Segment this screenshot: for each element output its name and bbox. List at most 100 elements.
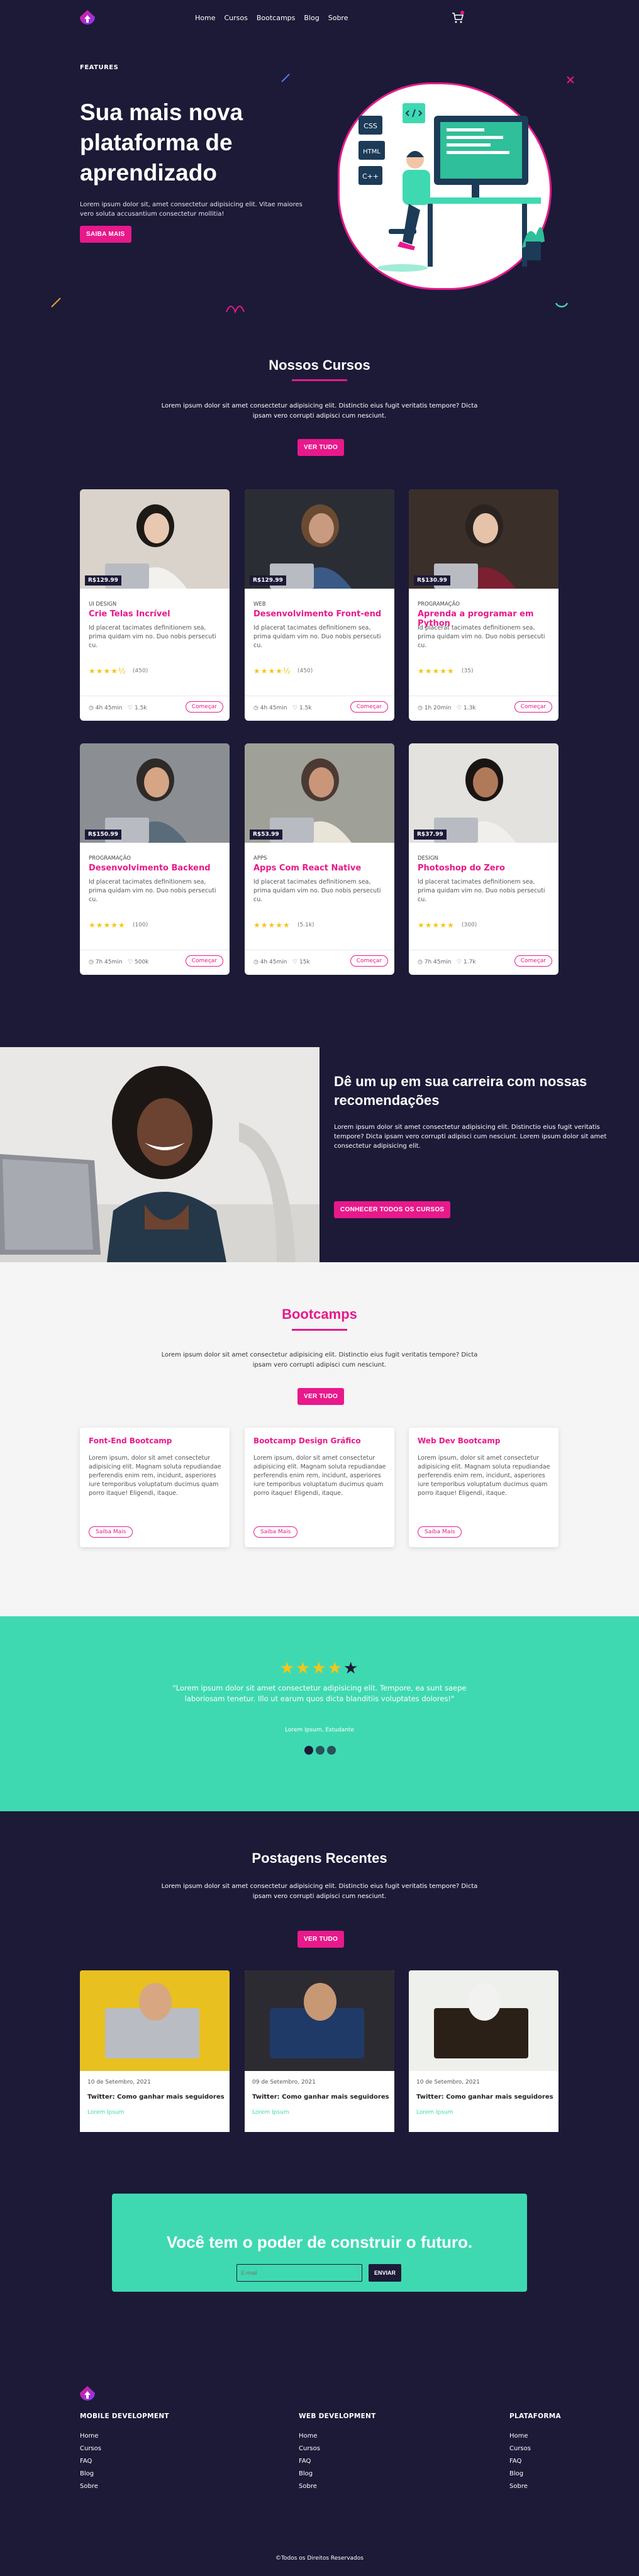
course-students: 1.5k — [299, 705, 312, 711]
post-card[interactable]: 09 de Setembro, 2021 Twitter: Como ganhar… — [245, 1970, 394, 2132]
rating-stars: ★★★★★ — [253, 921, 291, 930]
saiba-mais-button[interactable]: Saiba Mais — [418, 1526, 462, 1538]
footer-link[interactable]: FAQ — [299, 2455, 376, 2468]
student-photo — [0, 1047, 320, 1262]
course-meta: ◷ 4h 45min ♡ 1.5k — [89, 705, 147, 711]
footer-link[interactable]: Cursos — [509, 2443, 561, 2455]
footer-link[interactable]: Blog — [80, 2468, 169, 2480]
course-title[interactable]: Photoshop do Zero — [418, 863, 505, 873]
saiba-mais-button[interactable]: Saiba Mais — [253, 1526, 298, 1538]
course-card[interactable]: R$129.99 WEB Desenvolvimento Front-end Id p… — [245, 489, 394, 721]
nav-cursos[interactable]: Cursos — [224, 14, 247, 22]
posts-section: Postagens Recentes Lorem ipsum dolor sit… — [0, 1811, 639, 2132]
ver-tudo-button[interactable]: VER TUDO — [297, 439, 345, 456]
nav-home[interactable]: Home — [195, 14, 215, 22]
clock-icon: ◷ — [418, 959, 423, 965]
post-card[interactable]: 10 de Setembro, 2021 Twitter: Como ganhar… — [80, 1970, 230, 2132]
carousel-dot[interactable] — [327, 1746, 336, 1755]
course-students: 500k — [135, 959, 149, 965]
logo-icon[interactable] — [78, 9, 97, 28]
carousel-dot[interactable] — [316, 1746, 325, 1755]
course-description: Id placerat tacimates definitionem sea, … — [89, 625, 216, 649]
course-price: R$150.99 — [85, 830, 121, 840]
course-students: 1.5k — [135, 705, 147, 711]
clock-icon: ◷ — [89, 705, 94, 711]
course-card[interactable]: R$129.99 UI DESIGN Crie Telas Incrível Id p… — [80, 489, 230, 721]
enviar-button[interactable]: ENVIAR — [369, 2264, 401, 2282]
saiba-mais-button[interactable]: SAIBA MAIS — [80, 226, 131, 243]
course-photo — [80, 489, 230, 589]
footer-link[interactable]: Home — [509, 2430, 561, 2443]
footer-column: MOBILE DEVELOPMENT Home Cursos FAQ Blog Sobre — [80, 2412, 169, 2493]
carousel-dots — [304, 1746, 336, 1755]
bootcamp-description: Lorem ipsum, dolor sit amet consectetur … — [253, 1455, 386, 1497]
comecar-button[interactable]: Começar — [514, 701, 552, 713]
comecar-button[interactable]: Começar — [185, 955, 223, 967]
footer-link[interactable]: Sobre — [299, 2480, 376, 2493]
nav-sobre[interactable]: Sobre — [328, 14, 348, 22]
cart-button[interactable] — [450, 10, 465, 25]
footer-link[interactable]: Cursos — [299, 2443, 376, 2455]
nav-bootcamps[interactable]: Bootcamps — [257, 14, 296, 22]
comecar-button[interactable]: Começar — [350, 955, 388, 967]
footer-link[interactable]: Sobre — [509, 2480, 561, 2493]
rating-stars: ★★★★★ — [279, 1659, 360, 1678]
post-author[interactable]: Lorem Ipsum — [252, 2109, 289, 2116]
course-title[interactable]: Crie Telas Incrível — [89, 609, 170, 619]
email-input[interactable] — [236, 2264, 362, 2282]
footer-link[interactable]: Home — [80, 2430, 169, 2443]
course-title[interactable]: Desenvolvimento Backend — [89, 863, 211, 873]
comecar-button[interactable]: Começar — [514, 955, 552, 967]
footer-link[interactable]: Blog — [509, 2468, 561, 2480]
copyright: ©Todos os Direitos Reservados — [275, 2555, 364, 2562]
course-card[interactable]: R$150.99 PROGRAMAÇÃO Desenvolvimento Backe… — [80, 743, 230, 975]
clock-icon: ◷ — [253, 959, 258, 965]
conhecer-cursos-button[interactable]: CONHECER TODOS OS CURSOS — [334, 1201, 451, 1218]
navbar: Home Cursos Bootcamps Blog Sobre — [0, 0, 639, 38]
comecar-button[interactable]: Começar — [350, 701, 388, 713]
footer-link[interactable]: Cursos — [80, 2443, 169, 2455]
course-card[interactable]: R$130.99 PROGRAMAÇÃO Aprenda a programar e… — [409, 489, 558, 721]
saiba-mais-button[interactable]: Saiba Mais — [89, 1526, 133, 1538]
course-duration: 4h 45min — [260, 705, 287, 711]
post-title[interactable]: Twitter: Como ganhar mais seguidores — [252, 2094, 389, 2101]
comecar-button[interactable]: Começar — [185, 701, 223, 713]
course-category: UI DESIGN — [89, 601, 117, 608]
footer-link[interactable]: FAQ — [509, 2455, 561, 2468]
posts-ver-tudo-wrap: VER TUDO — [297, 1931, 345, 1948]
course-title[interactable]: Apps Com React Native — [253, 863, 361, 873]
post-author[interactable]: Lorem Ipsum — [416, 2109, 453, 2116]
course-card[interactable]: R$53.99 APPS Apps Com React Native Id place… — [245, 743, 394, 975]
hero-title: Sua mais nova plataforma de aprendizado — [80, 99, 243, 186]
rating-stars: ★★★★★ — [418, 921, 455, 930]
ver-tudo-button[interactable]: VER TUDO — [297, 1388, 345, 1405]
carousel-dot[interactable] — [304, 1746, 313, 1755]
svg-text:C++: C++ — [362, 172, 379, 180]
bootcamp-title[interactable]: Bootcamp Design Gráfico — [253, 1436, 361, 1445]
bootcamp-card[interactable]: Font-End Bootcamp Lorem ipsum, dolor sit … — [80, 1428, 230, 1547]
ver-tudo-button[interactable]: VER TUDO — [297, 1931, 345, 1948]
post-author[interactable]: Lorem Ipsum — [87, 2109, 125, 2116]
bootcamp-card[interactable]: Web Dev Bootcamp Lorem ipsum, dolor sit a… — [409, 1428, 558, 1547]
rating-stars: ★★★★½ — [89, 667, 126, 675]
course-duration: 1h 20min — [424, 705, 452, 711]
course-title[interactable]: Desenvolvimento Front-end — [253, 609, 381, 619]
footer-link[interactable]: Home — [299, 2430, 376, 2443]
footer-link[interactable]: FAQ — [80, 2455, 169, 2468]
course-category: APPS — [253, 855, 267, 862]
footer: MOBILE DEVELOPMENT Home Cursos FAQ Blog Sobre… — [0, 2355, 639, 2576]
post-card[interactable]: 10 de Setembro, 2021 Twitter: Como ganhar… — [409, 1970, 558, 2132]
courses-lead: Lorem ipsum dolor sit amet consectetur a… — [161, 402, 478, 419]
post-title[interactable]: Twitter: Como ganhar mais seguidores — [416, 2094, 553, 2101]
post-title[interactable]: Twitter: Como ganhar mais seguidores — [87, 2094, 225, 2101]
logo-icon[interactable] — [78, 2385, 97, 2404]
footer-link[interactable]: Sobre — [80, 2480, 169, 2493]
bootcamp-title[interactable]: Web Dev Bootcamp — [418, 1436, 501, 1445]
review-count: (5.1k) — [297, 922, 314, 928]
bootcamp-card[interactable]: Bootcamp Design Gráfico Lorem ipsum, dolo… — [245, 1428, 394, 1547]
bootcamp-title[interactable]: Font-End Bootcamp — [89, 1436, 172, 1445]
deco-wave-icon — [226, 306, 245, 313]
footer-link[interactable]: Blog — [299, 2468, 376, 2480]
course-card[interactable]: R$37.99 DESIGN Photoshop do Zero Id placera… — [409, 743, 558, 975]
nav-blog[interactable]: Blog — [304, 14, 319, 22]
